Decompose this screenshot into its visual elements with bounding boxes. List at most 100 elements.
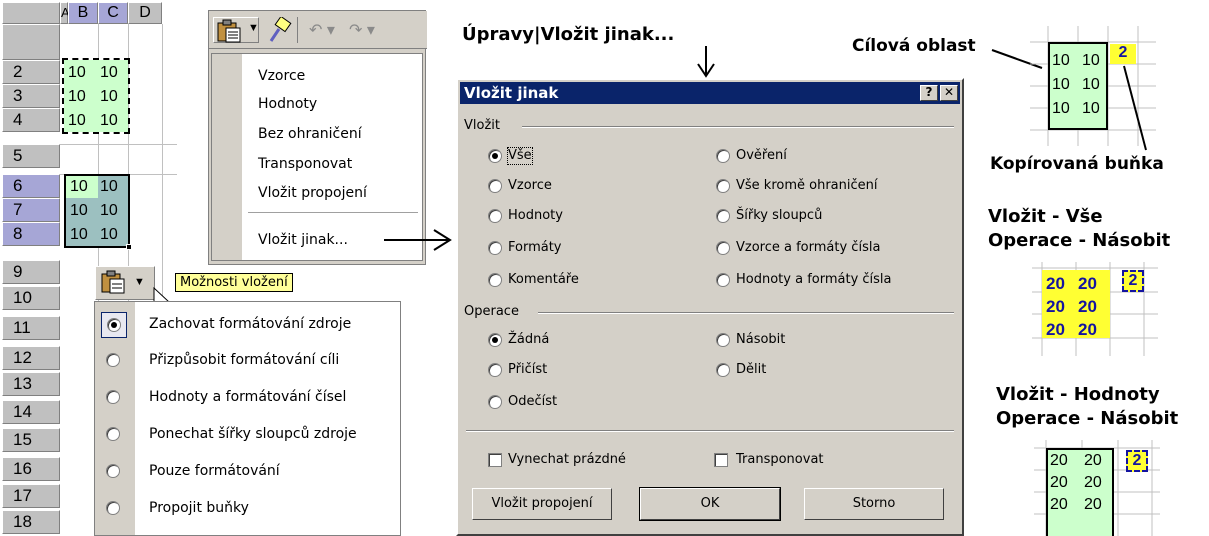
row-header-12[interactable]: 12: [2, 346, 60, 370]
example2-cell: 20: [1084, 496, 1102, 513]
example1-title-line2: Operace - Násobit: [988, 230, 1171, 251]
paste-option-keep-column-widths[interactable]: Ponechat šířky sloupců zdroje: [95, 416, 402, 453]
paste-special-dialog: Vložit jinak ? ✕ Vložit Vše Vzorce Hodno…: [456, 78, 964, 536]
close-button[interactable]: ✕: [940, 85, 958, 101]
example1-cell: 20: [1046, 274, 1065, 293]
paste-toolbar-button[interactable]: ▼: [213, 17, 259, 43]
menu-item-no-borders[interactable]: Bez ohraničení: [258, 126, 362, 142]
example1-copied-cell: 2: [1122, 270, 1144, 292]
format-painter-icon[interactable]: [265, 17, 293, 43]
column-header-b[interactable]: B: [68, 2, 98, 24]
skip-blanks-label: Vynechat prázdné: [508, 452, 626, 467]
cell-c7[interactable]: 10: [100, 200, 118, 222]
chevron-down-icon: ▼: [134, 276, 145, 288]
arrow-right-icon: [384, 229, 452, 251]
menu-item-formulas[interactable]: Vzorce: [258, 68, 305, 84]
cell-c3[interactable]: 10: [100, 86, 118, 108]
row-header-15[interactable]: 15: [2, 428, 60, 452]
example1-title-line1: Vložit - Vše: [988, 206, 1103, 227]
paste-option-keep-source-formatting[interactable]: Zachovat formátování zdroje: [95, 306, 402, 343]
select-all-corner[interactable]: [2, 2, 60, 24]
cell-b3[interactable]: 10: [68, 86, 86, 108]
column-header-a[interactable]: A: [60, 2, 70, 24]
redo-icon[interactable]: ↷ ▾: [349, 20, 375, 40]
column-header-c[interactable]: C: [98, 2, 128, 24]
row-header-14[interactable]: 14: [2, 400, 60, 424]
cell-b2[interactable]: 10: [68, 62, 86, 84]
paste-options-button[interactable]: ▼: [95, 266, 155, 300]
row-header-7[interactable]: 7: [2, 198, 60, 222]
copied-pointer-line: [1123, 65, 1147, 151]
example2-title-line2: Operace - Násobit: [996, 408, 1179, 429]
mini-grid-3: 20 20 20 20 20 20 2: [1034, 440, 1160, 536]
cell-b8[interactable]: 10: [70, 224, 88, 246]
operation-group-label: Operace: [464, 304, 519, 319]
example1-cell: 20: [1078, 274, 1097, 293]
cell-b6[interactable]: 10: [70, 176, 88, 198]
fill-handle[interactable]: [126, 244, 132, 250]
cell-c2[interactable]: 10: [100, 62, 118, 84]
example2-cell: 20: [1050, 452, 1068, 469]
transpose-checkbox[interactable]: [714, 453, 728, 467]
paste-option-values-number-formatting[interactable]: Hodnoty a formátování čísel: [95, 379, 402, 416]
cancel-button[interactable]: Storno: [804, 488, 944, 520]
row-header-6[interactable]: 6: [2, 174, 60, 198]
mini-target-cell: 10: [1082, 52, 1100, 69]
dialog-title: Vložit jinak: [464, 84, 559, 102]
dialog-titlebar[interactable]: Vložit jinak ? ✕: [460, 82, 960, 104]
row-header-1[interactable]: [2, 24, 60, 60]
example2-cell: 20: [1050, 474, 1068, 491]
cell-b4[interactable]: 10: [68, 110, 86, 132]
row-header-3[interactable]: 3: [2, 84, 60, 108]
row-header-16[interactable]: 16: [2, 457, 60, 481]
row-header-11[interactable]: 11: [2, 316, 60, 340]
undo-icon[interactable]: ↶ ▾: [309, 20, 335, 40]
menu-path-label: Úpravy|Vložit jinak...: [462, 24, 675, 45]
menu-item-paste-special[interactable]: Vložit jinak...: [258, 232, 348, 248]
row-header-2[interactable]: 2: [2, 60, 60, 84]
row-header-4[interactable]: 4: [2, 108, 60, 132]
example2-cell: 20: [1084, 452, 1102, 469]
row-header-10[interactable]: 10: [2, 286, 60, 310]
menu-item-paste-link[interactable]: Vložit propojení: [258, 185, 367, 201]
mini-target-cell: 10: [1082, 76, 1100, 93]
mini-copied-cell: 2: [1110, 44, 1136, 64]
example1-cell: 20: [1078, 297, 1097, 316]
example2-title-line1: Vložit - Hodnoty: [996, 384, 1160, 405]
target-area-label: Cílová oblast: [852, 36, 976, 56]
row-header-5[interactable]: 5: [2, 144, 60, 168]
skip-blanks-checkbox[interactable]: [488, 453, 502, 467]
paste-options-menu: Zachovat formátování zdroje Přizpůsobit …: [94, 301, 401, 536]
arrow-down-icon: [697, 46, 715, 78]
example1-cell: 20: [1046, 297, 1065, 316]
menu-item-values[interactable]: Hodnoty: [258, 96, 317, 112]
cell-c8[interactable]: 10: [100, 224, 118, 246]
example1-cell: 20: [1078, 320, 1097, 339]
cell-c6[interactable]: 10: [100, 176, 118, 198]
mini-target-cell: 10: [1082, 100, 1100, 117]
paste-group-label: Vložit: [464, 118, 500, 133]
paste-option-match-destination[interactable]: Přizpůsobit formátování cíli: [95, 342, 402, 379]
cell-b7[interactable]: 10: [70, 200, 88, 222]
cell-c4[interactable]: 10: [100, 110, 118, 132]
paste-option-link-cells[interactable]: Propojit buňky: [95, 490, 402, 527]
row-header-13[interactable]: 13: [2, 372, 60, 396]
paste-options-tooltip: Možnosti vložení: [175, 273, 293, 292]
chevron-down-icon: ▼: [248, 22, 259, 34]
clipboard-icon: [101, 270, 125, 294]
example2-cell: 20: [1050, 496, 1068, 513]
row-header-18[interactable]: 18: [2, 510, 60, 534]
mini-grid-2: 20 20 20 20 20 20 2: [1032, 262, 1158, 356]
row-header-9[interactable]: 9: [2, 260, 60, 284]
paste-option-formatting-only[interactable]: Pouze formátování: [95, 453, 402, 490]
row-header-17[interactable]: 17: [2, 484, 60, 508]
ok-button[interactable]: OK: [639, 487, 781, 521]
example2-copied-cell: 2: [1126, 450, 1148, 472]
menu-item-transpose[interactable]: Transponovat: [258, 156, 352, 172]
column-header-d[interactable]: D: [128, 2, 162, 24]
row-header-8[interactable]: 8: [2, 222, 60, 246]
paste-link-button[interactable]: Vložit propojení: [472, 488, 612, 520]
copied-cell-label: Kopírovaná buňka: [990, 154, 1164, 174]
clipboard-icon: [217, 19, 241, 43]
help-button[interactable]: ?: [920, 85, 938, 101]
